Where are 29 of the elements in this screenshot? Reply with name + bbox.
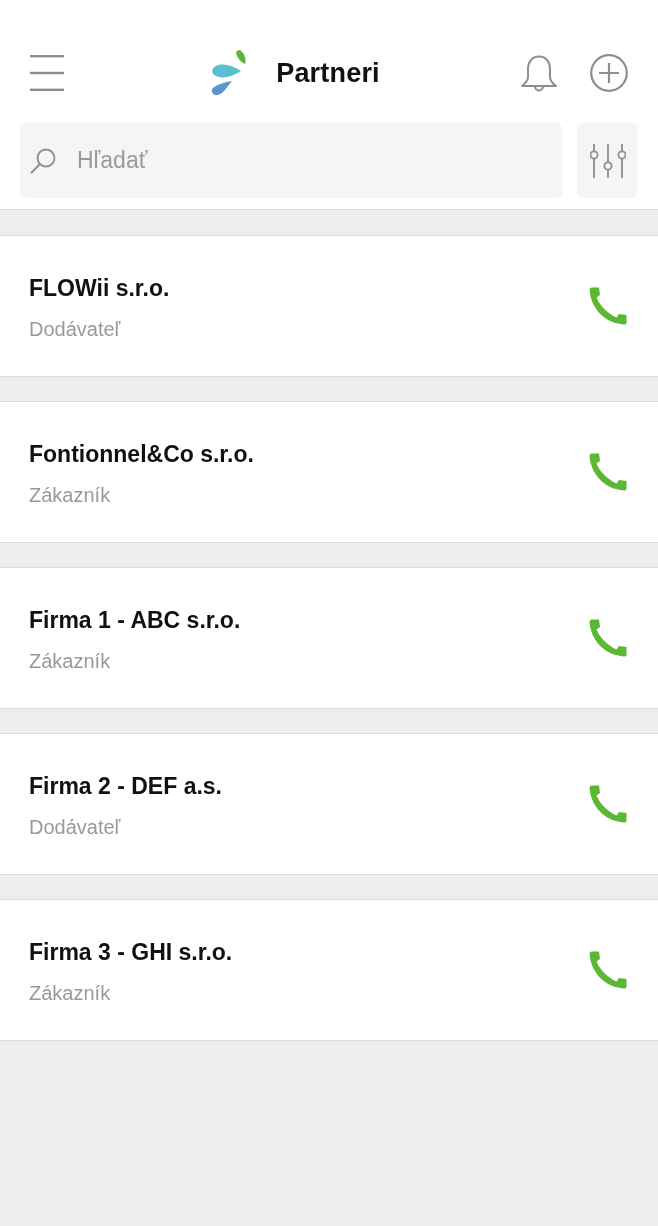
partner-role: Zákazník — [29, 980, 111, 1006]
phone-icon[interactable] — [589, 287, 627, 325]
phone-icon[interactable] — [589, 619, 627, 657]
partner-role: Zákazník — [29, 482, 111, 508]
partner-role: Dodávateľ — [29, 316, 121, 342]
phone-icon[interactable] — [589, 453, 627, 491]
partner-name: Firma 3 - GHI s.r.o. — [29, 937, 233, 967]
partner-role: Dodávateľ — [29, 814, 121, 840]
partner-card[interactable]: FLOWii s.r.o. Dodávateľ — [0, 235, 658, 377]
search-icon — [30, 148, 56, 174]
search-field[interactable]: Hľadať — [20, 123, 562, 198]
partner-name: Firma 1 - ABC s.r.o. — [29, 605, 241, 635]
filter-button[interactable] — [577, 123, 638, 198]
phone-icon[interactable] — [589, 785, 627, 823]
partner-card[interactable]: Firma 1 - ABC s.r.o. Zákazník — [0, 567, 658, 709]
partner-card[interactable]: Fontionnel&Co s.r.o. Zákazník — [0, 401, 658, 543]
bell-icon[interactable] — [520, 54, 558, 92]
partner-name: Fontionnel&Co s.r.o. — [29, 439, 254, 469]
partner-card[interactable]: Firma 3 - GHI s.r.o. Zákazník — [0, 899, 658, 1041]
partner-role: Zákazník — [29, 648, 111, 674]
add-icon[interactable] — [590, 54, 628, 92]
partner-name: Firma 2 - DEF a.s. — [29, 771, 222, 801]
partner-name: FLOWii s.r.o. — [29, 273, 170, 303]
logo-icon — [210, 50, 247, 96]
menu-icon[interactable] — [30, 55, 64, 91]
partner-card[interactable]: Firma 2 - DEF a.s. Dodávateľ — [0, 733, 658, 875]
page-title: Partneri — [276, 57, 380, 89]
sliders-icon — [589, 143, 626, 178]
phone-icon[interactable] — [589, 951, 627, 989]
